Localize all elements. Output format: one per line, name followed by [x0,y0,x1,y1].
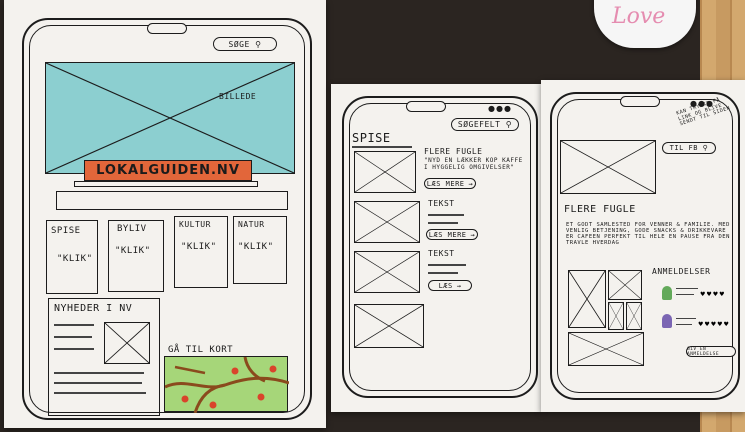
read-more-button[interactable]: LÆS MERE → [426,229,478,240]
item-text-line [428,214,464,216]
review-text-line [676,288,698,289]
logo-text: LOKALGUIDEN.NV [96,163,240,178]
news-title: NYHEDER I NV [54,303,133,314]
category-action: "KLIK" [238,242,274,252]
item-text-line [428,264,466,266]
arrow-right-icon: → [470,230,476,239]
image-label: BILLEDE [219,92,257,101]
read-more-label: LÆS [438,281,453,290]
place-image-placeholder [560,140,656,194]
map-label: GÅ TIL KORT [168,345,234,355]
read-more-button[interactable]: LÆS MERE → [424,178,476,189]
review-text-line [676,324,692,325]
read-more-button[interactable]: LÆS → [428,280,472,291]
map-thumbnail[interactable] [164,356,289,413]
category-card-spise[interactable]: SPISE "KLIK" [46,220,98,294]
camera-notch [406,101,446,112]
news-text-line [54,336,92,338]
gallery-image [568,332,644,366]
gallery-image [626,302,642,330]
category-action: "KLIK" [181,242,217,252]
review-text-line [676,294,694,295]
search-label: SØGE ⚲ [228,39,262,49]
review-text-line [676,318,696,319]
news-text-line [54,348,94,350]
item-title: TEKST [428,249,455,258]
reviews-title: ANMELDELSER [652,267,711,276]
read-more-label: LÆS MERE [428,230,467,239]
read-more-label: LÆS MERE [426,179,465,188]
category-action: "KLIK" [115,246,151,256]
left-sketch-sheet: SØGE ⚲ BILLEDE LOKALGUIDEN.NV SPISE "KLI… [4,0,326,428]
news-text-line [54,392,146,394]
category-title: SPISE [51,226,81,236]
arrow-right-icon: → [468,179,474,188]
arrow-right-icon: → [456,281,462,290]
category-title: NATUR [238,220,265,229]
category-title: KULTUR [179,220,211,229]
item-image-placeholder [354,201,420,243]
item-title: FLERE FUGLE [424,147,483,156]
category-title: BYLIV [117,224,147,234]
logo: LOKALGUIDEN.NV [84,160,252,181]
category-action: "KLIK" [57,254,93,264]
item-description: "NYD EN LÆKKER KOP KAFFE I HYGGELIG OMGI… [424,157,523,171]
news-image-placeholder [104,322,150,364]
camera-notch [620,96,660,107]
place-description: ET GODT SAMLESTED FOR VENNER & FAMILIE. … [566,222,730,247]
gallery-image [608,270,642,300]
news-text-line [54,382,142,384]
search-label: SØGEFELT ⚲ [457,120,513,129]
gallery-image [568,270,606,328]
logo-underline-box [74,181,258,187]
item-image-placeholder [354,251,420,293]
section-underline [352,146,412,148]
star-rating: ♥♥♥♥♥ [698,321,730,328]
give-review-label: GIV EN ANMELDELSE [687,346,720,357]
search-bar[interactable]: SØGE ⚲ [213,37,277,51]
category-card-natur[interactable]: NATUR "KLIK" [233,216,287,284]
facebook-link-button[interactable]: TIL FB ⚲ [662,142,716,154]
section-title: SPISE [352,131,391,145]
item-title: TEKST [428,199,455,208]
status-dots: ●●● [488,104,512,113]
place-title: FLERE FUGLE [564,204,636,215]
item-image-placeholder [354,151,416,193]
give-review-button[interactable]: GIV EN ANMELDELSE [686,346,736,357]
item-image-placeholder [354,304,424,348]
camera-notch [147,23,187,34]
item-text-line [428,272,458,274]
reviewer-avatar [662,286,672,300]
search-field-wide[interactable] [56,191,288,210]
reviewer-avatar [662,314,672,328]
search-field[interactable]: SØGEFELT ⚲ [451,118,519,131]
category-card-kultur[interactable]: KULTUR "KLIK" [174,216,228,288]
news-text-line [54,324,94,326]
hero-image-placeholder [45,62,295,174]
item-text-line [428,222,458,224]
category-card-byliv[interactable]: BYLIV "KLIK" [108,220,164,292]
gallery-image [608,302,624,330]
mug-text: Love [612,4,666,29]
star-rating: ♥♥♥♥ [700,291,726,298]
news-text-line [54,372,144,374]
facebook-link-label: TIL FB ⚲ [669,144,709,152]
